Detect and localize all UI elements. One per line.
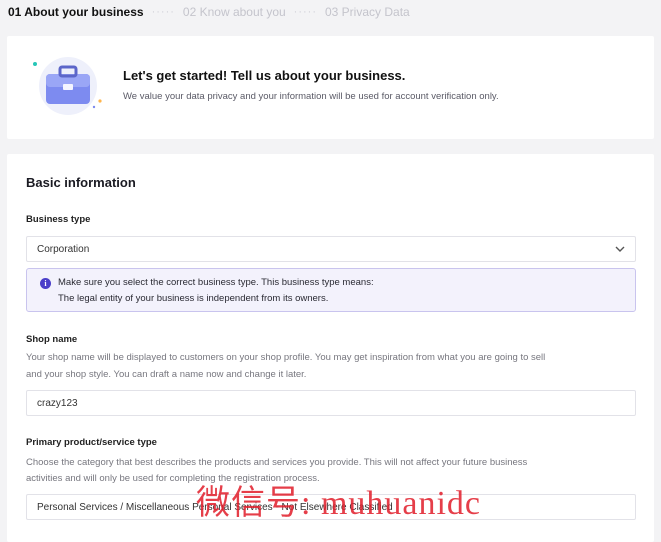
intro-subtitle: We value your data privacy and your info…	[123, 91, 499, 102]
intro-title: Let's get started! Tell us about your bu…	[123, 68, 406, 83]
primary-type-helper-1: Choose the category that best describes …	[26, 457, 528, 468]
shop-name-helper-2: and your shop style. You can draft a nam…	[26, 369, 307, 380]
section-title: Basic information	[26, 175, 136, 190]
shop-name-value: crazy123	[37, 397, 78, 409]
notice-line-1: Make sure you select the correct busines…	[58, 277, 374, 288]
watermark-text: 微信号: muhuanidc	[196, 485, 482, 522]
chevron-down-icon	[615, 246, 625, 252]
info-icon: i	[40, 278, 51, 289]
step-know-about-you[interactable]: 02 Know about you	[175, 5, 286, 19]
business-type-label: Business type	[26, 214, 91, 225]
step-privacy-data[interactable]: 03 Privacy Data	[317, 5, 410, 19]
business-type-select[interactable]: Corporation	[26, 236, 636, 262]
step-separator: ·····	[151, 6, 175, 18]
business-type-notice: i Make sure you select the correct busin…	[26, 268, 636, 312]
business-type-value: Corporation	[37, 243, 90, 255]
shop-name-helper-1: Your shop name will be displayed to cust…	[26, 352, 546, 363]
shop-name-input[interactable]: crazy123	[26, 390, 636, 416]
step-about-business[interactable]: 01 About your business	[0, 5, 144, 19]
notice-line-2: The legal entity of your business is ind…	[58, 293, 329, 304]
progress-stepper: 01 About your business ····· 02 Know abo…	[0, 0, 661, 24]
briefcase-icon	[33, 57, 102, 115]
shop-name-label: Shop name	[26, 334, 78, 345]
step-separator: ·····	[293, 6, 317, 18]
primary-type-label: Primary product/service type	[26, 437, 157, 448]
